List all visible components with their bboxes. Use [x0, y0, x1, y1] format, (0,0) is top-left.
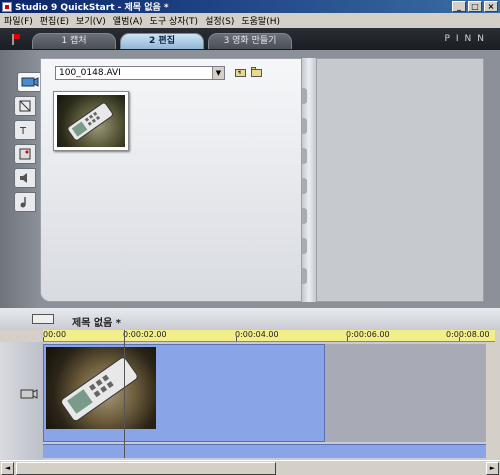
timeline-vertical-scrollbar[interactable] [486, 342, 500, 460]
scrollbar-thumb[interactable] [16, 462, 276, 475]
sound-effects-icon[interactable] [14, 168, 36, 188]
album-page: 100_0148.AVI ▼ [40, 58, 302, 302]
ruler-label: 0:00:08.00 [446, 330, 490, 339]
menu-album[interactable]: 앨범(A) [113, 14, 143, 27]
ruler-label: 0:00:06.00 [346, 330, 390, 339]
work-area-edge [486, 50, 500, 308]
ruler-label: 00:00 [43, 330, 67, 339]
spine-notch [302, 178, 307, 194]
app-icon[interactable] [2, 1, 12, 12]
empty-track-area[interactable] [325, 344, 495, 442]
spine-notch [302, 148, 307, 164]
spine-notch [302, 208, 307, 224]
player-area [316, 58, 484, 302]
spine-notch [302, 88, 307, 104]
svg-text:T: T [19, 126, 27, 137]
go-up-folder-icon[interactable] [235, 67, 246, 77]
brand-logo: PINN [444, 34, 490, 44]
audio-track[interactable] [43, 444, 495, 458]
menu-bar: 파일(F) 편집(E) 보기(V) 앨범(A) 도구 상자(T) 설정(S) 도… [0, 13, 500, 28]
tab-edit[interactable]: 2 편집 [120, 33, 204, 49]
chevron-down-icon[interactable]: ▼ [212, 67, 224, 79]
menu-toolbox[interactable]: 도구 상자(T) [150, 14, 199, 27]
scroll-right-icon[interactable]: ► [486, 462, 499, 475]
window-title: Studio 9 QuickStart - 제목 없음 * [15, 3, 169, 13]
tab-make-movie[interactable]: 3 영화 만들기 [208, 33, 292, 49]
flag-icon[interactable] [12, 34, 20, 45]
ruler-label: 0:00:02.00 [123, 330, 167, 339]
project-title: 제목 없음 * [72, 318, 121, 329]
video-clip[interactable] [43, 344, 325, 442]
file-selector-dropdown[interactable]: 100_0148.AVI ▼ [55, 66, 225, 80]
file-selector-value: 100_0148.AVI [59, 68, 121, 78]
maximize-button[interactable]: □ [468, 1, 482, 12]
minimize-button[interactable]: _ [452, 1, 466, 12]
ruler-label: 0:00:04.00 [235, 330, 279, 339]
album-area: T 100_0148.AVI ▼ [0, 50, 500, 308]
scroll-left-icon[interactable]: ◄ [1, 462, 14, 475]
timeline-ruler[interactable]: 00:00 0:00:02.00 0:00:04.00 0:00:06.00 0… [43, 330, 495, 342]
title-bar: Studio 9 QuickStart - 제목 없음 * _ □ × [0, 0, 500, 13]
clip-thumbnail [46, 347, 156, 429]
tab-capture[interactable]: 1 캡처 [32, 33, 116, 49]
open-folder-icon[interactable] [251, 67, 262, 77]
spine-notch [302, 118, 307, 134]
ruler-tick [347, 337, 348, 341]
titles-icon[interactable]: T [14, 120, 36, 140]
scene-thumbnail[interactable] [53, 91, 129, 151]
playhead[interactable] [124, 330, 125, 458]
menu-view[interactable]: 보기(V) [76, 14, 106, 27]
timeline-scrollbar[interactable]: ◄ ► [0, 460, 500, 475]
transitions-icon[interactable] [14, 96, 36, 116]
video-track-icon[interactable] [20, 387, 38, 401]
close-button[interactable]: × [484, 1, 498, 12]
ruler-tick [236, 337, 237, 341]
timeline-header: 제목 없음 * [0, 308, 500, 330]
track-headers [0, 342, 43, 460]
timeline-tracks [0, 342, 500, 460]
menu-help[interactable]: 도움말(H) [241, 14, 280, 27]
menu-file[interactable]: 파일(F) [4, 14, 33, 27]
spine-notch [302, 238, 307, 254]
video-scenes-icon[interactable] [17, 72, 42, 92]
timeline-view-icon[interactable] [32, 314, 54, 324]
music-icon[interactable] [14, 192, 36, 212]
still-images-icon[interactable] [14, 144, 36, 164]
menu-settings[interactable]: 설정(S) [205, 14, 234, 27]
scene-thumbnail-image [57, 95, 125, 147]
menu-edit[interactable]: 편집(E) [40, 14, 69, 27]
spine-notch [302, 268, 307, 284]
ruler-tick [459, 337, 460, 341]
ruler-tick [43, 337, 44, 341]
album-spine [302, 58, 316, 302]
mode-tab-bar: 1 캡처 2 편집 3 영화 만들기 PINN [0, 28, 500, 50]
